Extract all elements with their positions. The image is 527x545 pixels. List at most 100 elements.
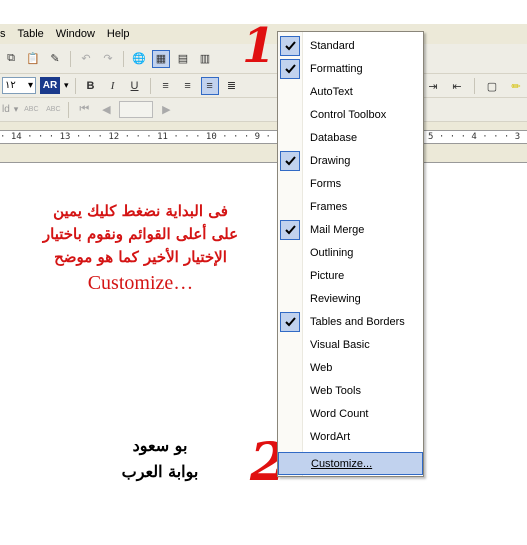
checkmark-icon bbox=[280, 311, 300, 332]
align-center-icon[interactable]: ≡ bbox=[179, 77, 197, 95]
menu-item-label: Formatting bbox=[310, 62, 363, 75]
menu-item-label: WordArt bbox=[310, 430, 351, 443]
toolbars-context-menu: Standard Formatting AutoText Control Toolbo… bbox=[277, 31, 424, 477]
checkmark-icon bbox=[280, 58, 300, 79]
menu-item-visual-basic[interactable]: Visual Basic bbox=[278, 333, 423, 356]
menu-item-tables-and-borders[interactable]: Tables and Borders bbox=[278, 310, 423, 333]
menu-window[interactable]: Window bbox=[50, 28, 101, 40]
menu-item-label: Visual Basic bbox=[310, 338, 370, 351]
align-right-icon[interactable]: ≡ bbox=[200, 76, 219, 95]
insert-excel-icon[interactable]: ▥ bbox=[196, 50, 214, 68]
checkmark-icon bbox=[280, 219, 300, 240]
menu-item-customize[interactable]: Customize... bbox=[278, 452, 423, 475]
font-size-select[interactable]: ١٢ ▾ bbox=[2, 77, 36, 94]
chevron-down-icon: ▾ bbox=[13, 104, 19, 114]
menu-item-label: Standard bbox=[310, 39, 355, 52]
menu-item-wordart[interactable]: WordArt bbox=[278, 425, 423, 448]
next-record-icon[interactable]: ▶ bbox=[157, 101, 175, 119]
menu-item-label: Database bbox=[310, 131, 358, 144]
step-marker-1: 1 bbox=[242, 18, 276, 74]
font-size-value: ١٢ bbox=[5, 80, 16, 91]
menu-help[interactable]: Help bbox=[101, 28, 136, 40]
annotation-line-3: الإختيار الأخير كما هو موضح bbox=[54, 248, 227, 266]
previous-record-icon[interactable]: ◀ bbox=[97, 101, 115, 119]
menu-item-label: Forms bbox=[310, 177, 342, 190]
toolbar-separator bbox=[123, 50, 124, 67]
menu-check-slot bbox=[278, 173, 303, 194]
menu-check-slot bbox=[278, 380, 303, 401]
menu-check-slot bbox=[278, 403, 303, 424]
menu-item-label: Outlining bbox=[310, 246, 354, 259]
hyperlink-icon[interactable]: 🌐 bbox=[130, 50, 148, 68]
menu-item-picture[interactable]: Picture bbox=[278, 264, 423, 287]
language-badge[interactable]: AR bbox=[40, 77, 60, 94]
record-number-field[interactable] bbox=[119, 101, 154, 118]
menu-item-mail-merge[interactable]: Mail Merge bbox=[278, 218, 423, 241]
annotation-line-4: Customize… bbox=[87, 272, 194, 294]
menu-check-slot bbox=[278, 127, 303, 148]
menu-item-label: Word Count bbox=[310, 407, 369, 420]
bold-button[interactable]: B bbox=[82, 77, 100, 95]
toolbar-separator bbox=[68, 101, 70, 118]
first-record-icon[interactable]: ⏮ bbox=[75, 101, 93, 119]
paste-icon[interactable]: 📋 bbox=[24, 50, 42, 68]
menu-item-label: Reviewing bbox=[310, 292, 361, 305]
menu-item-standard[interactable]: Standard bbox=[278, 34, 423, 57]
menu-item-reviewing[interactable]: Reviewing bbox=[278, 287, 423, 310]
italic-button[interactable]: I bbox=[104, 77, 122, 95]
checkmark-icon bbox=[280, 150, 300, 171]
signature: بو سعود بوابة العرب bbox=[100, 433, 220, 485]
menu-item-web-tools[interactable]: Web Tools bbox=[278, 379, 423, 402]
menu-item-autotext[interactable]: AutoText bbox=[278, 80, 423, 103]
toolbar-separator bbox=[74, 77, 76, 94]
checkmark-icon bbox=[280, 35, 300, 56]
borders-icon[interactable]: ▢ bbox=[483, 77, 501, 95]
ruler-scale[interactable]: · 14 · · · 13 · · · 12 · · · 11 · · · 10… bbox=[0, 130, 527, 144]
toolbar-separator bbox=[149, 77, 151, 94]
menu-item-label: AutoText bbox=[310, 85, 353, 98]
menu-item-database[interactable]: Database bbox=[278, 126, 423, 149]
toolbar-separator bbox=[474, 78, 475, 94]
menu-item-frames[interactable]: Frames bbox=[278, 195, 423, 218]
align-left-icon[interactable]: ≡ bbox=[157, 77, 175, 95]
undo-icon[interactable]: ↶ bbox=[77, 50, 95, 68]
menu-item-formatting[interactable]: Formatting bbox=[278, 57, 423, 80]
toolbar-partial-label: ld bbox=[2, 104, 10, 115]
menu-item-word-count[interactable]: Word Count bbox=[278, 402, 423, 425]
annotation-line-1: فى البداية نضغط كليك يمين bbox=[53, 202, 228, 220]
underline-button[interactable]: U bbox=[126, 77, 144, 95]
annotation-text: فى البداية نضغط كليك يمين على أعلى القوا… bbox=[18, 200, 263, 297]
redo-icon[interactable]: ↷ bbox=[99, 50, 117, 68]
menu-check-slot bbox=[278, 288, 303, 309]
spelling-icon[interactable]: ABC bbox=[22, 101, 40, 119]
menu-check-slot bbox=[278, 265, 303, 286]
menu-check-slot bbox=[278, 426, 303, 447]
menu-table[interactable]: Table bbox=[12, 28, 50, 40]
menu-item-control-toolbox[interactable]: Control Toolbox bbox=[278, 103, 423, 126]
menu-item-outlining[interactable]: Outlining bbox=[278, 241, 423, 264]
menu-item-drawing[interactable]: Drawing bbox=[278, 149, 423, 172]
decrease-indent-icon[interactable]: ⇤ bbox=[448, 77, 466, 95]
menu-check-slot bbox=[278, 357, 303, 378]
highlight-icon[interactable]: ✏ bbox=[507, 77, 525, 95]
signature-name: بو سعود bbox=[132, 436, 188, 455]
menu-check-slot bbox=[278, 242, 303, 263]
grammar-icon[interactable]: ABC bbox=[44, 101, 62, 119]
justify-icon[interactable]: ≣ bbox=[223, 77, 241, 95]
menu-check-slot bbox=[278, 104, 303, 125]
toolbar-separator bbox=[70, 50, 71, 67]
menu-item-label: Customize... bbox=[311, 457, 373, 470]
menu-item-forms[interactable]: Forms bbox=[278, 172, 423, 195]
chevron-down-icon: ▾ bbox=[27, 80, 33, 91]
annotation-line-2: على أعلى القوائم ونقوم باختيار bbox=[42, 225, 239, 243]
format-painter-icon[interactable]: ✎ bbox=[46, 50, 64, 68]
increase-indent-icon[interactable]: ⇥ bbox=[424, 77, 442, 95]
menu-check-slot bbox=[278, 81, 303, 102]
menu-item-web[interactable]: Web bbox=[278, 356, 423, 379]
menu-partial-item[interactable]: s bbox=[0, 28, 12, 40]
insert-table-icon[interactable]: ▤ bbox=[174, 50, 192, 68]
chevron-down-icon[interactable]: ▾ bbox=[64, 80, 69, 91]
tables-borders-icon[interactable]: ▦ bbox=[152, 49, 170, 68]
formatting-toolbar-right: ⇥ ⇤ ▢ ✏ bbox=[424, 76, 525, 96]
copy-icon[interactable]: ⧉ bbox=[2, 50, 20, 68]
